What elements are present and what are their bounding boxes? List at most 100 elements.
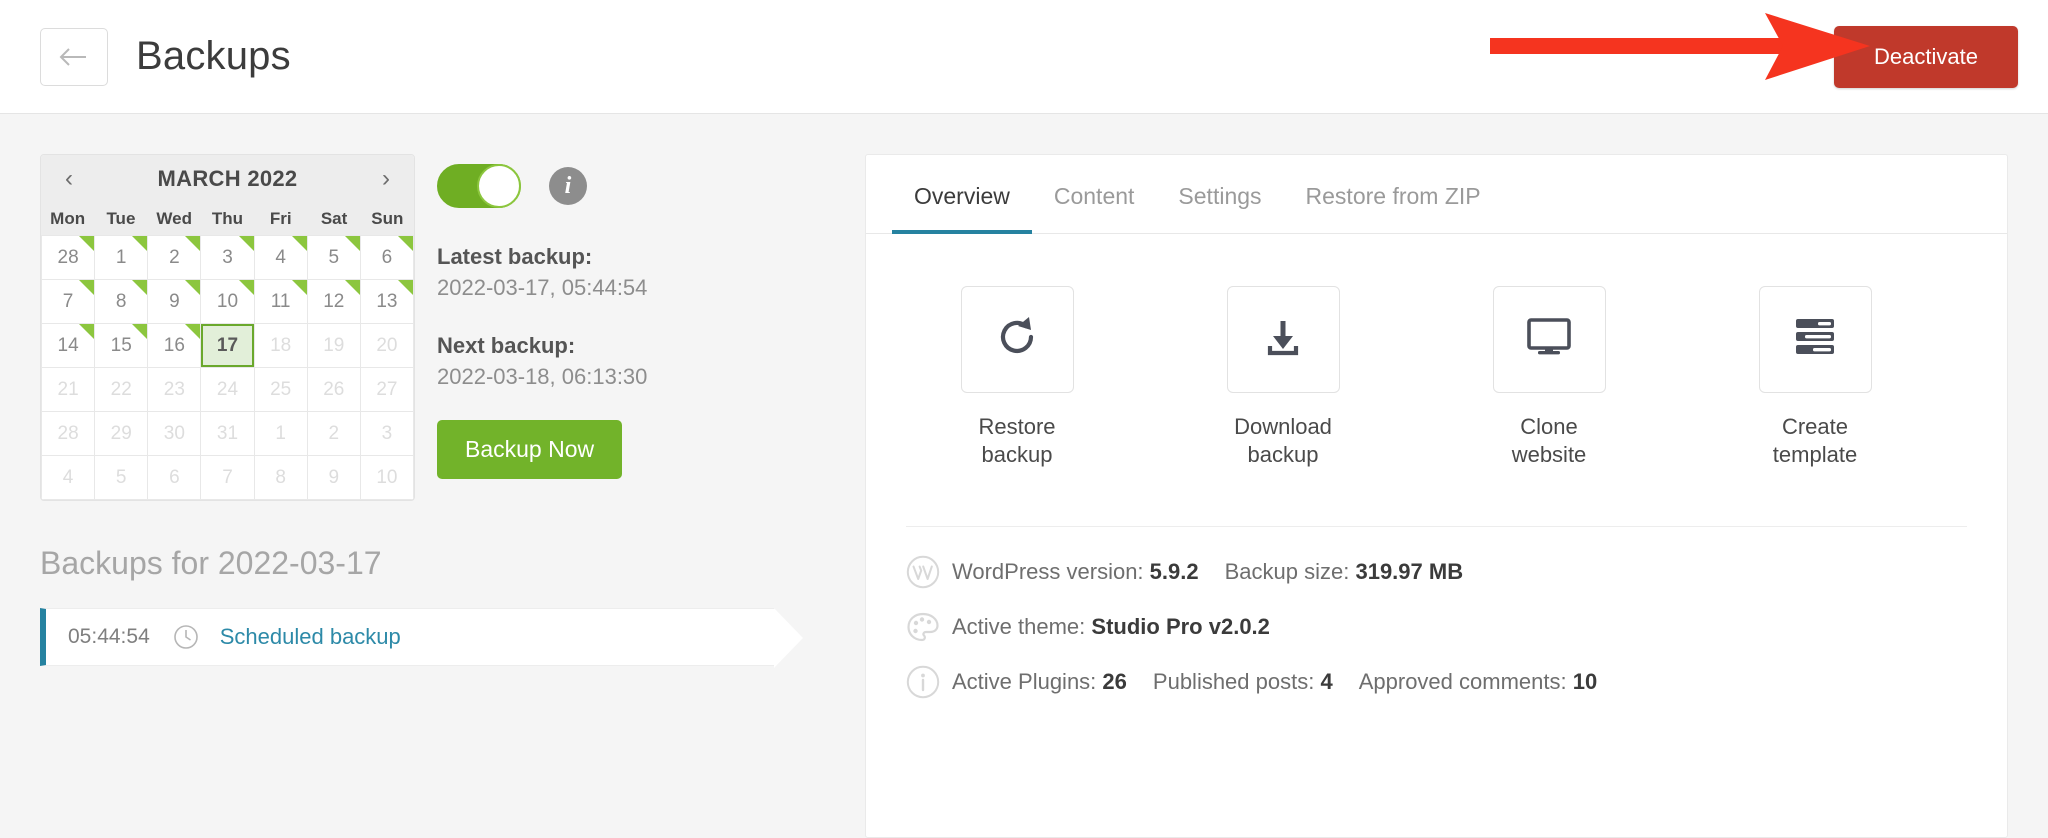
download-backup-label-line2: backup bbox=[1247, 441, 1319, 467]
backup-size-label: Backup size: bbox=[1224, 559, 1350, 584]
create-template-action[interactable]: Create template bbox=[1736, 286, 1894, 468]
download-backup-label: Download backup bbox=[1204, 413, 1362, 468]
calendar-day[interactable]: 4 bbox=[254, 236, 307, 279]
calendar-day[interactable]: 8 bbox=[95, 280, 148, 323]
active-plugins-label: Active Plugins: bbox=[952, 669, 1097, 694]
clone-website-action[interactable]: Clone website bbox=[1470, 286, 1628, 468]
info-icon[interactable]: i bbox=[549, 167, 587, 205]
weekday-thu: Thu bbox=[211, 209, 244, 228]
calendar-day: 30 bbox=[148, 412, 201, 455]
schedule-toggle[interactable] bbox=[437, 164, 521, 208]
backup-time: 05:44:54 bbox=[68, 625, 150, 648]
calendar-day: 8 bbox=[254, 456, 307, 499]
calendar-day[interactable]: 2 bbox=[148, 236, 201, 279]
download-backup-tile[interactable] bbox=[1226, 286, 1340, 393]
calendar-day: 24 bbox=[201, 368, 254, 411]
calendar-day[interactable]: 28 bbox=[42, 236, 95, 279]
calendar-next-month-button[interactable]: › bbox=[372, 167, 400, 191]
calendar-day: 25 bbox=[254, 368, 307, 411]
create-template-tile[interactable] bbox=[1758, 286, 1872, 393]
info-row-stats: Active Plugins: 26 Published posts: 4 Appr… bbox=[906, 665, 1967, 699]
create-template-label: Create template bbox=[1736, 413, 1894, 468]
calendar-day: 2 bbox=[307, 412, 360, 455]
tab-content[interactable]: Content bbox=[1032, 155, 1157, 234]
tab-settings[interactable]: Settings bbox=[1156, 155, 1283, 234]
calendar-day: 3 bbox=[360, 412, 413, 455]
approved-comments-value: 10 bbox=[1572, 669, 1598, 694]
calendar-day[interactable]: 13 bbox=[360, 280, 414, 323]
calendar-day: 22 bbox=[95, 368, 148, 411]
create-template-label-line1: Create bbox=[1781, 414, 1849, 439]
calendar-day[interactable]: 11 bbox=[254, 280, 307, 323]
backup-now-button[interactable]: Backup Now bbox=[437, 420, 623, 479]
calendar-day: 5 bbox=[95, 456, 148, 499]
list-item-arrow bbox=[774, 608, 803, 668]
calendar-day[interactable]: 7 bbox=[42, 280, 95, 323]
wordpress-version-label: WordPress version: bbox=[952, 559, 1144, 584]
calendar-day: 29 bbox=[95, 412, 148, 455]
template-icon bbox=[1792, 316, 1838, 363]
backup-list-item[interactable]: 05:44:54 Scheduled backup bbox=[40, 608, 804, 668]
restore-backup-tile[interactable] bbox=[960, 286, 1074, 393]
calendar-grid: 28 1 2 3 4 5 6 7 8 9 10 11 12 13 14 15 16 17 18 19 20 21 22 23 2… bbox=[41, 235, 414, 500]
info-circle-icon bbox=[906, 665, 952, 699]
calendar-day: 20 bbox=[360, 324, 413, 367]
calendar-day-selected[interactable]: 17 bbox=[201, 324, 254, 367]
calendar-prev-month-button[interactable]: ‹ bbox=[55, 167, 83, 191]
info-row-stats-text: Active Plugins: 26 Published posts: 4 Appr… bbox=[952, 669, 1597, 695]
tab-restore-from-zip[interactable]: Restore from ZIP bbox=[1284, 155, 1503, 234]
left-pane: ‹ MARCH 2022 › Mon Tue Wed Thu Fri Sat S… bbox=[0, 114, 865, 838]
tab-overview[interactable]: Overview bbox=[892, 155, 1032, 234]
calendar-day[interactable]: 3 bbox=[201, 236, 254, 279]
content-area: ‹ MARCH 2022 › Mon Tue Wed Thu Fri Sat S… bbox=[0, 114, 2048, 838]
calendar-day: 27 bbox=[360, 368, 413, 411]
deactivate-button[interactable]: Deactivate bbox=[1834, 25, 2018, 88]
action-buttons: Restore backup Download backup Clone web… bbox=[866, 234, 2007, 468]
calendar-day[interactable]: 16 bbox=[148, 324, 201, 367]
calendar-month-label: MARCH 2022 bbox=[157, 166, 298, 191]
right-pane: Overview Content Settings Restore from Z… bbox=[865, 114, 2048, 838]
restore-backup-action[interactable]: Restore backup bbox=[938, 286, 1096, 468]
toggle-knob bbox=[477, 164, 521, 208]
create-template-label-line2: template bbox=[1772, 441, 1858, 467]
backup-type-label[interactable]: Scheduled backup bbox=[220, 624, 401, 650]
clone-website-tile[interactable] bbox=[1492, 286, 1606, 393]
calendar-day: 10 bbox=[360, 456, 413, 499]
calendar-day: 9 bbox=[307, 456, 360, 499]
info-row-wordpress-text: WordPress version: 5.9.2 Backup size: 319… bbox=[952, 559, 1463, 585]
back-button[interactable] bbox=[40, 27, 108, 86]
calendar-day: 7 bbox=[201, 456, 254, 499]
schedule-controls: i bbox=[437, 164, 647, 208]
calendar-day[interactable]: 15 bbox=[95, 324, 148, 367]
annotation-arrow-icon bbox=[1490, 13, 1870, 80]
calendar-day[interactable]: 10 bbox=[201, 280, 254, 323]
clock-icon bbox=[172, 623, 200, 651]
weekday-fri: Fri bbox=[269, 209, 292, 228]
calendar-day: 26 bbox=[307, 368, 360, 411]
calendar-day[interactable]: 5 bbox=[307, 236, 360, 279]
calendar-day[interactable]: 14 bbox=[42, 324, 95, 367]
next-backup-label: Next backup: bbox=[437, 333, 576, 358]
calendar-and-schedule: ‹ MARCH 2022 › Mon Tue Wed Thu Fri Sat S… bbox=[40, 154, 865, 501]
download-backup-action[interactable]: Download backup bbox=[1204, 286, 1362, 468]
calendar-day: 4 bbox=[42, 456, 95, 499]
calendar-day: 19 bbox=[307, 324, 360, 367]
next-backup-value: 2022-03-18, 06:13:30 bbox=[437, 364, 648, 389]
approved-comments-label: Approved comments: bbox=[1358, 669, 1567, 694]
latest-backup-value: 2022-03-17, 05:44:54 bbox=[437, 275, 648, 300]
calendar-day[interactable]: 1 bbox=[95, 236, 148, 279]
active-plugins-value: 26 bbox=[1102, 669, 1127, 694]
latest-backup-label: Latest backup: bbox=[437, 244, 593, 269]
calendar-day[interactable]: 9 bbox=[148, 280, 201, 323]
calendar-day[interactable]: 12 bbox=[307, 280, 360, 323]
calendar-day[interactable]: 6 bbox=[360, 236, 414, 279]
published-posts-label: Published posts: bbox=[1152, 669, 1315, 694]
weekday-tue: Tue bbox=[106, 209, 136, 228]
calendar-header: ‹ MARCH 2022 › bbox=[41, 155, 414, 203]
calendar-day: 18 bbox=[254, 324, 307, 367]
restore-backup-label: Restore backup bbox=[938, 413, 1096, 468]
calendar-day: 28 bbox=[42, 412, 95, 455]
top-bar: Backups Deactivate bbox=[0, 0, 2048, 114]
clone-website-label-line1: Clone bbox=[1520, 414, 1578, 439]
calendar-day: 1 bbox=[254, 412, 307, 455]
